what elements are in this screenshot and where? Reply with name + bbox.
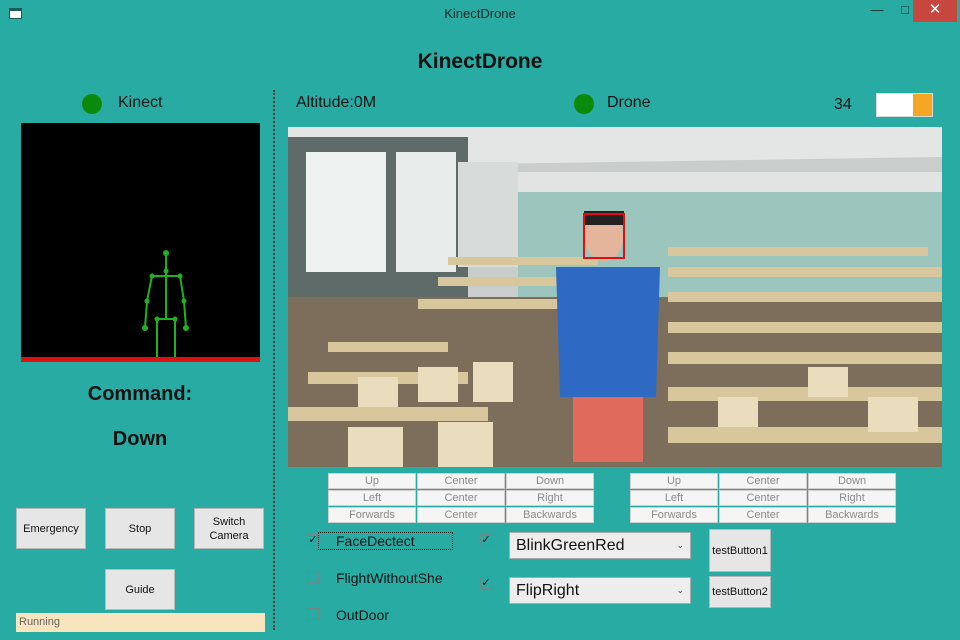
flightwithoutshe-checkbox[interactable]: [307, 571, 319, 583]
kinect-direction-cell: Right: [506, 490, 594, 506]
drone-direction-cell: Forwards: [630, 507, 718, 523]
kinect-direction-cell: Backwards: [506, 507, 594, 523]
drone-label: Drone: [607, 94, 651, 111]
kinect-direction-cell: Up: [328, 473, 416, 489]
battery-fill: [913, 94, 932, 116]
kinect-floor-bar: [21, 357, 260, 362]
kinect-direction-cell: Forwards: [328, 507, 416, 523]
drone-direction-cell: Up: [630, 473, 718, 489]
outdoor-checkbox[interactable]: [307, 608, 319, 620]
kinect-direction-cell: Down: [506, 473, 594, 489]
altitude-readout: Altitude:0M: [296, 94, 377, 111]
flight-animation-value: FlipRight: [516, 582, 580, 599]
close-button[interactable]: ✕: [913, 0, 957, 22]
kinect-status-indicator: [82, 94, 102, 114]
outdoor-label[interactable]: OutDoor: [336, 607, 389, 623]
flight-animation-checkbox[interactable]: ✓: [480, 577, 492, 589]
skeleton-figure: [142, 250, 189, 361]
drone-status-indicator: [574, 94, 594, 114]
kinect-direction-cell: Left: [328, 490, 416, 506]
battery-gauge: [876, 93, 933, 117]
classroom-scene: [288, 127, 942, 467]
window-title: KinectDrone: [444, 6, 516, 21]
emergency-button[interactable]: Emergency: [16, 508, 86, 549]
chevron-down-icon: ⌄: [676, 585, 684, 595]
kinect-direction-grid: Up Center Down Left Center Right Forwards Cente…: [328, 473, 594, 523]
panel-divider: [273, 90, 275, 630]
guide-button[interactable]: Guide: [105, 569, 175, 610]
status-bar: Running: [16, 613, 265, 632]
drone-direction-cell: Center: [719, 490, 807, 506]
command-label: Command:: [87, 383, 193, 405]
minimize-button[interactable]: —: [862, 0, 892, 22]
led-animation-checkbox[interactable]: ✓: [480, 534, 492, 546]
drone-direction-cell: Center: [719, 473, 807, 489]
kinect-label: Kinect: [118, 94, 163, 111]
kinect-skeleton-view: [21, 123, 260, 362]
stop-button[interactable]: Stop: [105, 508, 175, 549]
chevron-down-icon: ⌄: [676, 540, 684, 550]
flightwithoutshe-label[interactable]: FlightWithoutShe: [336, 570, 443, 586]
kinect-direction-cell: Center: [417, 490, 505, 506]
drone-direction-cell: Down: [808, 473, 896, 489]
switch-camera-button[interactable]: Switch Camera: [194, 508, 264, 549]
drone-direction-cell: Left: [630, 490, 718, 506]
drone-direction-cell: Backwards: [808, 507, 896, 523]
app-title: KinectDrone: [417, 50, 543, 73]
test-button-1[interactable]: testButton1: [709, 529, 771, 572]
led-animation-value: BlinkGreenRed: [516, 537, 625, 554]
kinect-direction-cell: Center: [417, 473, 505, 489]
battery-percent: 34: [834, 96, 852, 113]
window-titlebar: KinectDrone — □ ✕: [0, 0, 960, 30]
facedetect-label[interactable]: FaceDectect: [336, 533, 415, 549]
flight-animation-select[interactable]: FlipRight ⌄: [509, 577, 691, 604]
drone-direction-grid: Up Center Down Left Center Right Forwards Cente…: [630, 473, 896, 523]
command-value: Down: [112, 428, 168, 450]
drone-camera-feed: [288, 127, 942, 467]
led-animation-select[interactable]: BlinkGreenRed ⌄: [509, 532, 691, 559]
kinect-direction-cell: Center: [417, 507, 505, 523]
drone-direction-cell: Right: [808, 490, 896, 506]
test-button-2[interactable]: testButton2: [709, 576, 771, 608]
drone-direction-cell: Center: [719, 507, 807, 523]
